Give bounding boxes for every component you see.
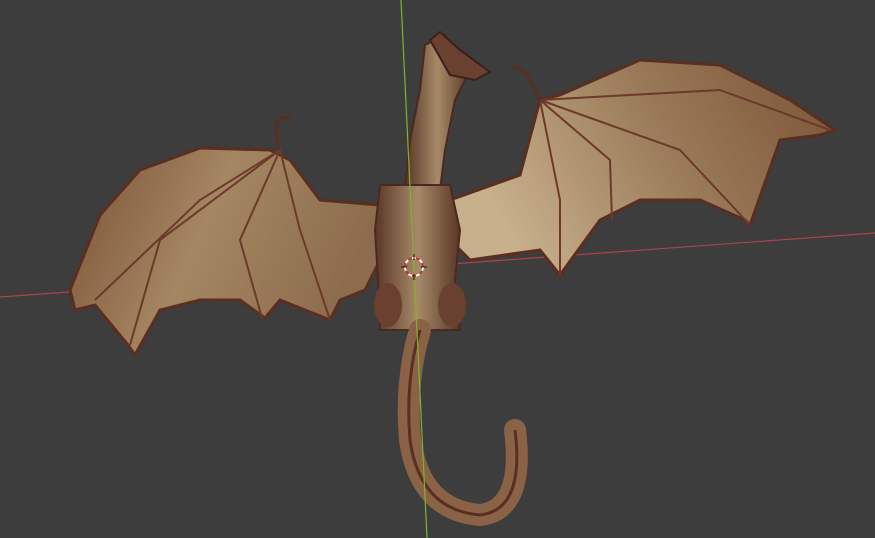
right-wing bbox=[448, 58, 839, 278]
3d-viewport[interactable] bbox=[0, 0, 875, 538]
dragon-leg-left bbox=[374, 283, 402, 327]
viewport-canvas[interactable] bbox=[0, 0, 875, 538]
dragon-leg-right bbox=[438, 283, 466, 327]
left-wing-claw bbox=[274, 115, 293, 151]
left-wing bbox=[68, 146, 382, 358]
dragon-model[interactable] bbox=[68, 30, 839, 527]
right-wing-claw bbox=[511, 66, 542, 101]
